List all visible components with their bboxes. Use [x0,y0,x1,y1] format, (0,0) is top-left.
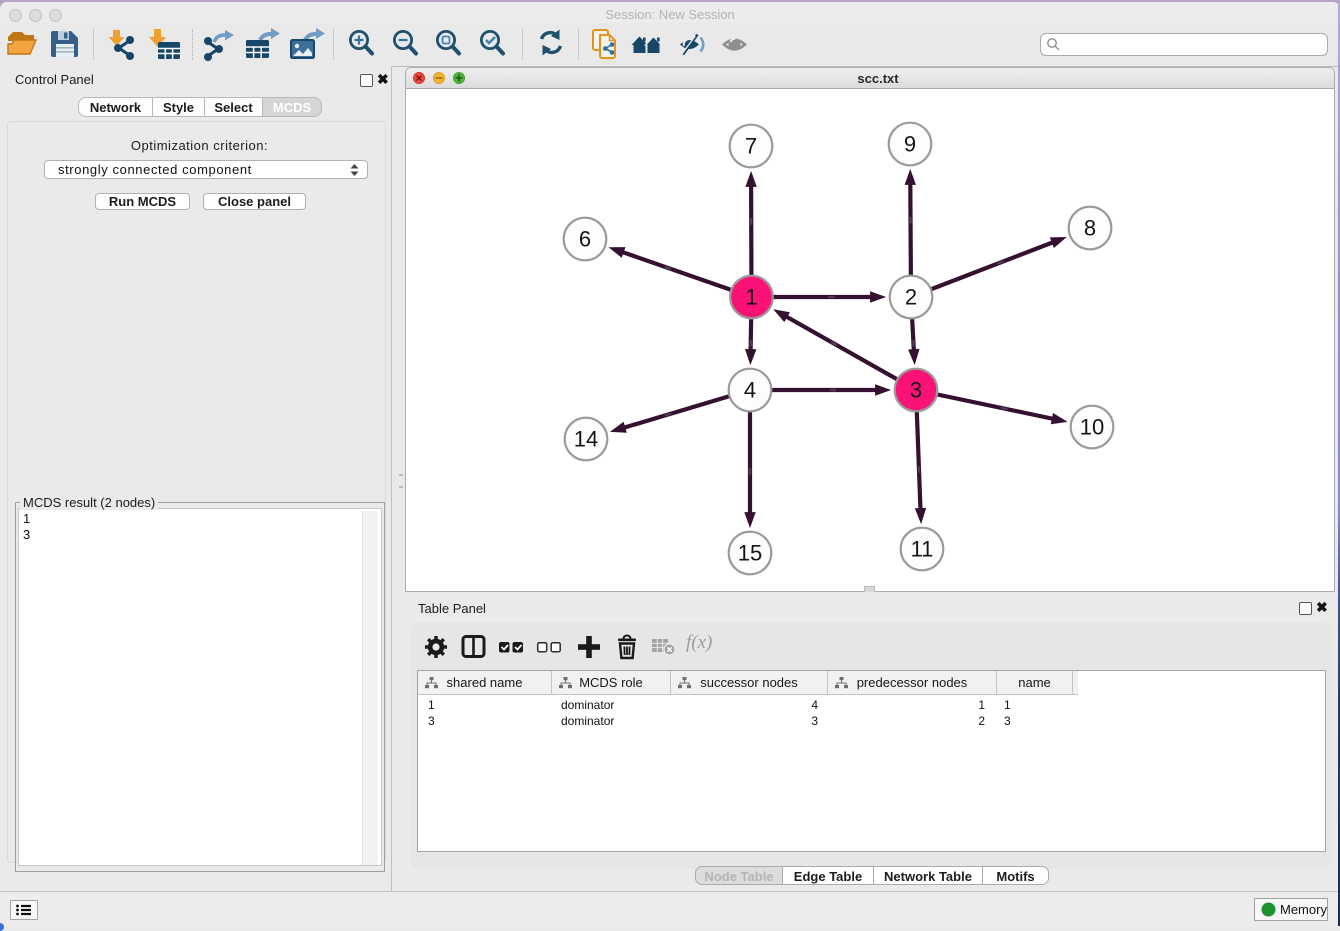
svg-text:4: 4 [744,378,756,403]
svg-text:7: 7 [745,134,757,159]
svg-text:3: 3 [910,378,922,403]
svg-text:11: 11 [911,537,934,562]
svg-text:9: 9 [904,132,916,157]
svg-text:6: 6 [579,227,591,252]
svg-text:10: 10 [1080,415,1104,440]
svg-text:8: 8 [1084,216,1096,241]
svg-text:15: 15 [738,541,762,566]
svg-text:14: 14 [574,427,598,452]
svg-text:2: 2 [905,285,917,310]
svg-text:1: 1 [745,285,757,310]
